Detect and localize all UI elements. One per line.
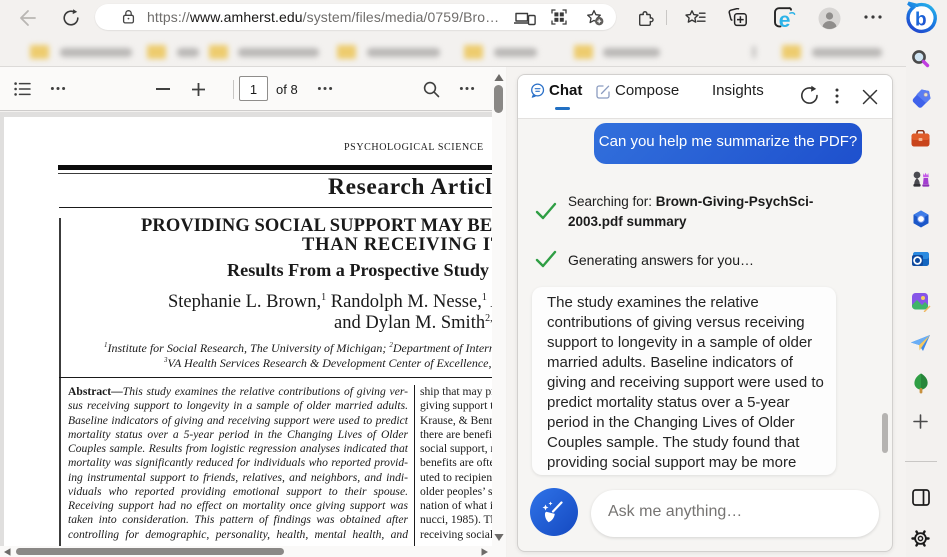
svg-text:e: e bbox=[779, 9, 791, 29]
svg-text:b: b bbox=[915, 10, 927, 31]
